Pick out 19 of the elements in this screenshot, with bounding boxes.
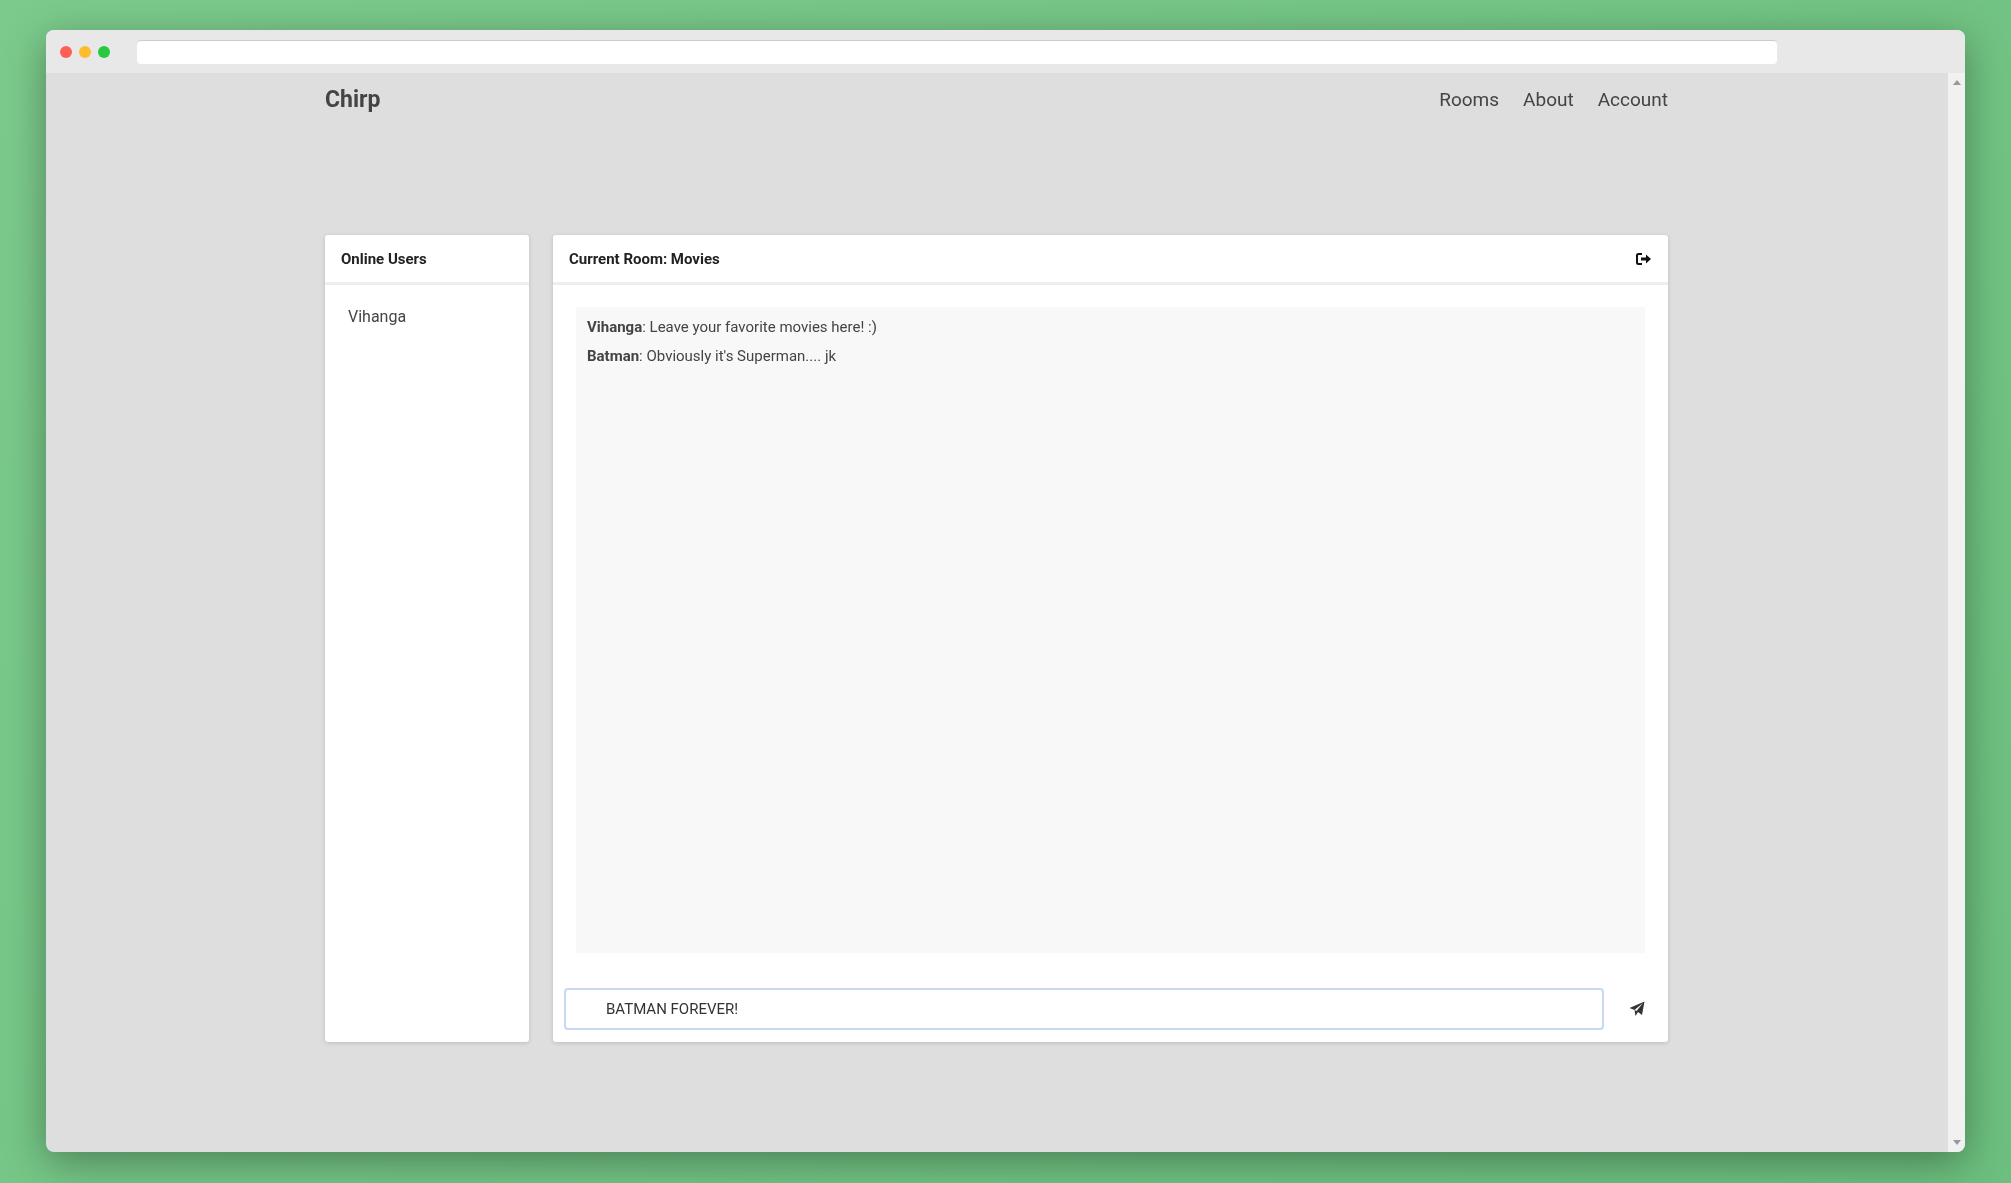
nav-link[interactable]: Account <box>1597 87 1668 111</box>
chat-message: Batman: Obviously it's Superman.... jk <box>587 346 838 367</box>
maximize-dot-icon[interactable] <box>98 45 110 58</box>
nav-link[interactable]: Rooms <box>1439 87 1500 111</box>
panel-title: Current Room: Movies <box>569 249 720 268</box>
panel-title: Online Users <box>341 249 427 268</box>
message-input[interactable]: BATMAN FOREVER! <box>564 988 1604 1030</box>
send-icon[interactable] <box>1629 1001 1645 1017</box>
nav-link[interactable]: About <box>1523 87 1574 111</box>
user-name: Vihanga <box>348 307 408 326</box>
brand-logo[interactable]: Chirp <box>325 85 381 113</box>
minimize-dot-icon[interactable] <box>79 45 91 58</box>
chat-message: Vihanga: Leave your favorite movies here! :) <box>587 317 878 338</box>
leave-room-icon[interactable] <box>1636 252 1652 265</box>
address-bar[interactable] <box>137 39 1777 64</box>
scroll-down-icon[interactable] <box>1952 1140 1961 1146</box>
scrollbar[interactable] <box>1948 73 1965 1152</box>
scroll-up-icon[interactable] <box>1952 79 1961 85</box>
close-dot-icon[interactable] <box>60 45 72 58</box>
